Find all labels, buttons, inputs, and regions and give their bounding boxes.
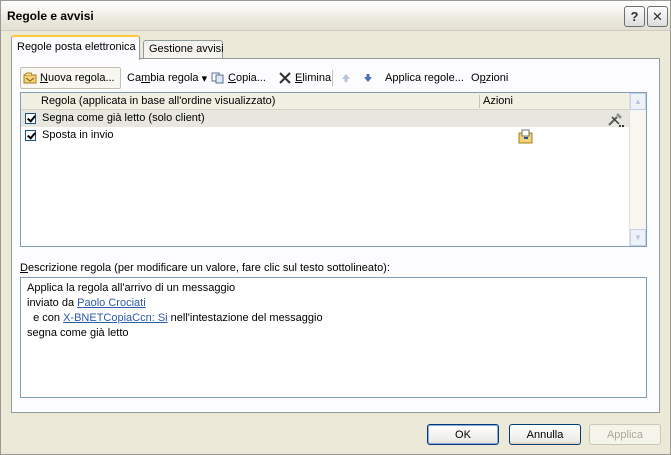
help-button[interactable]: ?: [624, 6, 645, 27]
scroll-up-icon: ▲: [634, 97, 642, 106]
ok-button-label: OK: [455, 428, 471, 441]
description-header-suffix: nell'intestazione del messaggio: [167, 312, 323, 324]
arrow-up-icon: [342, 74, 350, 82]
description-condition-text: Applica la regola all'arrivo di un messa…: [27, 282, 236, 294]
toolbar-separator: [332, 70, 333, 86]
tab-email-rules-label: Regole posta elettronica: [17, 41, 136, 53]
sender-link[interactable]: Paolo Crociati: [77, 297, 145, 309]
copy-button[interactable]: Copia...: [209, 67, 268, 89]
delete-icon: [279, 72, 291, 84]
copy-icon: [211, 72, 224, 84]
copy-mnemonic: C: [228, 72, 236, 84]
copy-label: opia...: [235, 72, 266, 84]
new-rule-icon: [23, 72, 37, 84]
rules-toolbar: Nuova regola... Ca m bia regola ▾ Copia...…: [20, 67, 650, 89]
rule-name: Sposta in invio: [42, 129, 114, 141]
change-rule-label-b: bia regola: [150, 72, 199, 84]
move-up-button[interactable]: [338, 67, 354, 89]
rules-panel: Nuova regola... Ca m bia regola ▾ Copia...…: [11, 58, 660, 413]
description-line: e con X-BNETCopiaCcn: Si nell'intestazio…: [27, 312, 646, 327]
scroll-down-icon: ▼: [634, 233, 642, 242]
header-value-link[interactable]: X-BNETCopiaCcn: Si: [63, 312, 168, 324]
ok-button[interactable]: OK: [427, 424, 499, 445]
delete-label: limina: [302, 72, 332, 84]
rules-list-scrollbar[interactable]: ▲ ▼: [629, 93, 646, 246]
column-header-actions[interactable]: Azioni: [483, 95, 513, 107]
change-rule-mnemonic: m: [141, 72, 151, 84]
change-rule-label-a: Ca: [127, 72, 142, 84]
rule-row[interactable]: Segna come già letto (solo client): [21, 110, 630, 127]
help-icon: ?: [630, 9, 639, 24]
scroll-up-button[interactable]: ▲: [630, 93, 646, 110]
description-line: segna come già letto: [27, 327, 646, 342]
apply-button-label: Applica: [606, 428, 644, 441]
rule-description-box: Applica la regola all'arrivo di un messa…: [20, 277, 647, 398]
change-rule-button[interactable]: Ca m bia regola ▾: [125, 67, 209, 89]
rules-list[interactable]: Regola (applicata in base all'ordine vis…: [20, 92, 647, 247]
description-label-mnemonic: D: [20, 262, 28, 274]
title-bar[interactable]: Regole e avvisi ? ✕: [1, 1, 670, 31]
tab-manage-alerts-label: Gestione avvisi: [149, 43, 224, 55]
chevron-down-icon: ▾: [201, 72, 208, 85]
rule-enabled-checkbox[interactable]: [25, 113, 36, 124]
apply-rules-label-a: Applica re: [385, 72, 434, 84]
arrow-down-icon: [364, 74, 372, 82]
apply-rules-label-b: ole...: [440, 72, 464, 84]
options-label-b: zioni: [485, 72, 509, 84]
move-down-button[interactable]: [360, 67, 376, 89]
delete-mnemonic: E: [295, 72, 303, 84]
tab-manage-alerts[interactable]: Gestione avvisi: [143, 40, 224, 59]
description-label: Descrizione regola (per modificare un va…: [20, 262, 390, 274]
rules-list-header: Regola (applicata in base all'ordine vis…: [21, 93, 630, 110]
cancel-button-label: Annulla: [526, 428, 564, 441]
new-rule-label: uova regola...: [47, 72, 115, 84]
description-line: Applica la regola all'arrivo di un messa…: [27, 282, 646, 297]
close-icon: ✕: [652, 8, 663, 24]
options-label-a: O: [471, 72, 480, 84]
column-divider[interactable]: [479, 95, 480, 108]
description-line: inviato da Paolo Crociati: [27, 297, 646, 312]
rule-enabled-checkbox[interactable]: [25, 130, 36, 141]
apply-button: Applica: [589, 424, 661, 445]
new-rule-mnemonic: N: [40, 72, 48, 84]
rules-alerts-dialog: Regole e avvisi ? ✕ Regole posta elettro…: [0, 0, 671, 455]
tab-email-rules[interactable]: Regole posta elettronica: [11, 35, 140, 60]
description-sender-prefix: inviato da: [27, 297, 78, 309]
cancel-button[interactable]: Annulla: [509, 424, 581, 445]
move-to-folder-icon: [518, 129, 533, 144]
apply-rules-button[interactable]: Applica re g ole...: [383, 67, 466, 89]
scroll-down-button[interactable]: ▼: [630, 229, 646, 246]
window-title: Regole e avvisi: [7, 9, 94, 23]
description-label-text: escrizione regola (per modificare un val…: [27, 262, 390, 274]
new-rule-button[interactable]: Nuova regola...: [20, 67, 121, 89]
delete-button[interactable]: Elimina: [276, 67, 333, 89]
column-header-rule[interactable]: Regola (applicata in base all'ordine vis…: [41, 95, 275, 107]
rule-row[interactable]: Sposta in invio: [21, 127, 630, 144]
description-header-prefix: e con: [27, 312, 64, 324]
description-action-text: segna come già letto: [27, 327, 129, 339]
options-button[interactable]: Op zioni: [469, 67, 510, 89]
rule-name: Segna come già letto (solo client): [42, 112, 205, 124]
close-button[interactable]: ✕: [647, 6, 668, 27]
tools-icon: [608, 113, 624, 127]
